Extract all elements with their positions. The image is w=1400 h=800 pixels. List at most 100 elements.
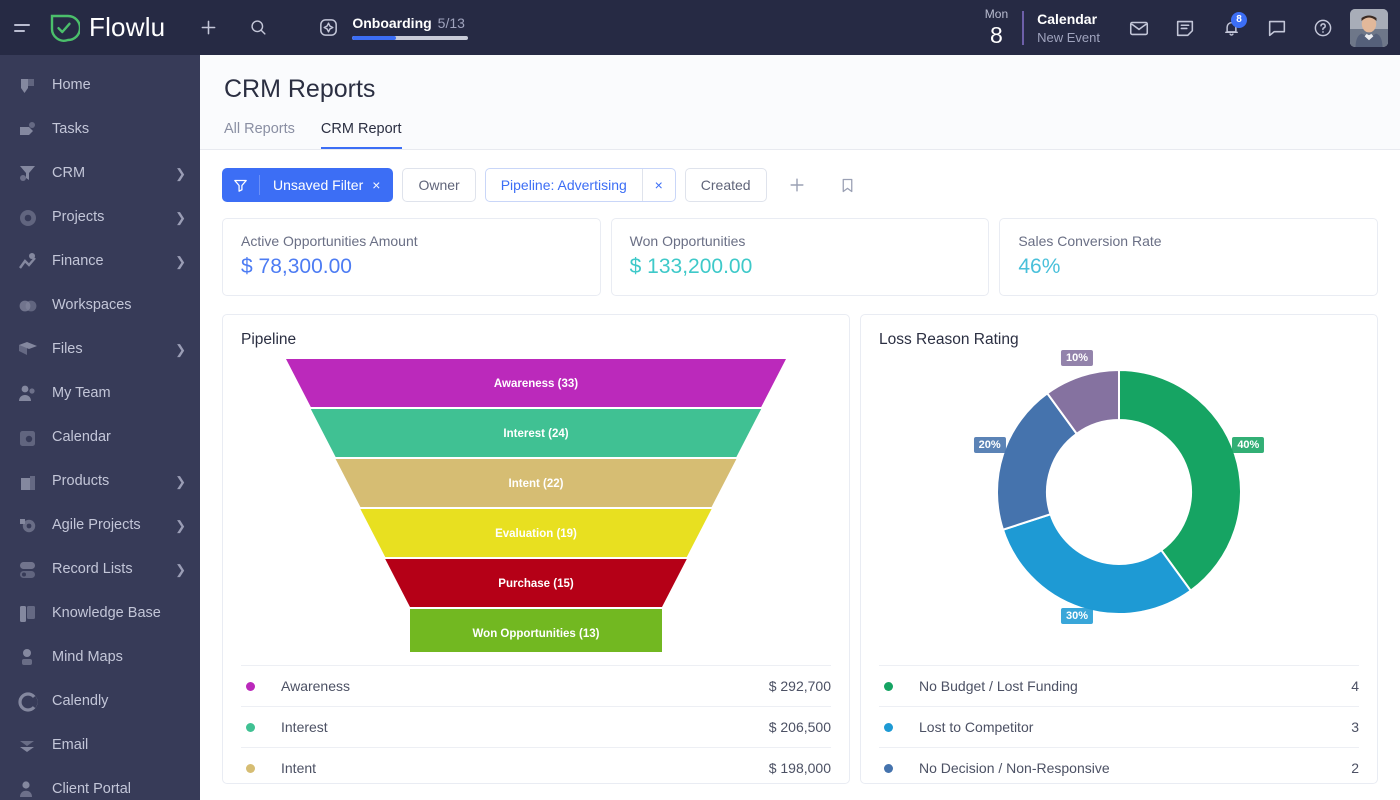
chevron-right-icon[interactable]: ❯ — [175, 519, 186, 532]
client-portal-icon — [16, 778, 38, 800]
email-icon — [16, 734, 38, 756]
close-icon[interactable]: × — [372, 177, 380, 193]
legend-value: $ 292,700 — [769, 678, 831, 694]
projects-icon — [16, 206, 38, 228]
pipeline-card: Pipeline Awareness (33)Interest (24)Inte… — [222, 314, 850, 784]
donut-percent-label: 30% — [1061, 608, 1093, 624]
sidebar-item-crm[interactable]: CRM❯ — [0, 151, 200, 195]
chevron-right-icon[interactable]: ❯ — [175, 475, 186, 488]
unsaved-filter-button[interactable]: Unsaved Filter × — [222, 168, 393, 202]
legend-label: No Decision / Non-Responsive — [919, 760, 1351, 776]
sidebar-item-workspaces[interactable]: Workspaces — [0, 283, 200, 327]
donut-slice[interactable] — [1003, 514, 1191, 614]
page-title: CRM Reports — [224, 75, 1376, 104]
sidebar-item-tasks[interactable]: Tasks — [0, 107, 200, 151]
sidebar-item-my-team[interactable]: My Team — [0, 371, 200, 415]
legend-label: Intent — [281, 760, 769, 776]
chat-icon[interactable] — [1260, 11, 1294, 45]
help-icon[interactable] — [1306, 11, 1340, 45]
pipeline-legend: Awareness$ 292,700Interest$ 206,500Inten… — [241, 665, 831, 784]
sidebar-item-agile-projects[interactable]: Agile Projects❯ — [0, 503, 200, 547]
sidebar-item-label: Calendar — [52, 429, 186, 445]
brand-logo[interactable]: Flowlu — [48, 12, 165, 44]
legend-row[interactable]: Interest$ 206,500 — [241, 706, 831, 747]
bell-icon[interactable]: 8 — [1214, 11, 1248, 45]
legend-row[interactable]: Lost to Competitor3 — [879, 706, 1359, 747]
avatar[interactable] — [1350, 9, 1388, 47]
tab-crm-report[interactable]: CRM Report — [321, 121, 402, 149]
files-icon — [16, 338, 38, 360]
search-icon[interactable] — [241, 11, 275, 45]
sidebar-item-files[interactable]: Files❯ — [0, 327, 200, 371]
sidebar-item-finance[interactable]: Finance❯ — [0, 239, 200, 283]
legend-label: Lost to Competitor — [919, 719, 1351, 735]
legend-row[interactable]: No Decision / Non-Responsive2 — [879, 747, 1359, 784]
close-icon[interactable]: × — [643, 177, 675, 193]
sidebar-item-knowledge-base[interactable]: Knowledge Base — [0, 591, 200, 635]
filter-chip-owner[interactable]: Owner — [402, 168, 475, 202]
chevron-right-icon[interactable]: ❯ — [175, 343, 186, 356]
filter-chip-label: Created — [686, 177, 766, 193]
tab-bar: All Reports CRM Report — [224, 121, 1376, 149]
sidebar-item-label: Home — [52, 77, 186, 93]
chevron-right-icon[interactable]: ❯ — [175, 563, 186, 576]
notes-icon[interactable] — [1168, 11, 1202, 45]
filter-chip-pipeline[interactable]: Pipeline: Advertising × — [485, 168, 676, 202]
donut-percent-label: 20% — [974, 437, 1006, 453]
sidebar-item-mind-maps[interactable]: Mind Maps — [0, 635, 200, 679]
sidebar-item-home[interactable]: Home — [0, 63, 200, 107]
chevron-right-icon[interactable]: ❯ — [175, 167, 186, 180]
sidebar-item-projects[interactable]: Projects❯ — [0, 195, 200, 239]
main-area: CRM Reports All Reports CRM Report Unsave… — [200, 55, 1400, 800]
agile-icon — [16, 514, 38, 536]
chevron-right-icon[interactable]: ❯ — [175, 255, 186, 268]
sidebar-item-products[interactable]: Products❯ — [0, 459, 200, 503]
sidebar-item-record-lists[interactable]: Record Lists❯ — [0, 547, 200, 591]
legend-color-dot — [246, 723, 255, 732]
sidebar-item-calendar[interactable]: Calendar — [0, 415, 200, 459]
sidebar-item-label: CRM — [52, 165, 175, 181]
legend-row[interactable]: No Budget / Lost Funding4 — [879, 665, 1359, 706]
kpi-value: $ 78,300.00 — [241, 255, 582, 279]
onboarding-widget[interactable]: Onboarding5/13 — [315, 11, 468, 45]
chevron-right-icon[interactable]: ❯ — [175, 211, 186, 224]
add-filter-icon[interactable] — [782, 170, 812, 200]
hamburger-icon[interactable] — [14, 16, 38, 40]
funnel-segment-label: Won Opportunities (13) — [473, 628, 600, 640]
finance-icon — [16, 250, 38, 272]
sidebar-item-calendly[interactable]: Calendly — [0, 679, 200, 723]
legend-value: $ 206,500 — [769, 719, 831, 735]
kpi-label: Sales Conversion Rate — [1018, 233, 1359, 249]
loss-reason-card-title: Loss Reason Rating — [879, 331, 1359, 349]
filter-chip-created[interactable]: Created — [685, 168, 767, 202]
sidebar-item-client-portal[interactable]: Client Portal — [0, 767, 200, 800]
donut-slice[interactable] — [1119, 370, 1241, 591]
crm-icon — [16, 162, 38, 184]
divider — [1022, 11, 1024, 45]
kpi-row: Active Opportunities Amount$ 78,300.00Wo… — [222, 218, 1378, 296]
filter-chip-label: Owner — [403, 177, 474, 193]
home-icon — [16, 74, 38, 96]
sidebar-item-email[interactable]: Email — [0, 723, 200, 767]
kpi-label: Won Opportunities — [630, 233, 971, 249]
tab-all-reports[interactable]: All Reports — [224, 121, 295, 149]
date-widget[interactable]: Mon 8 — [985, 8, 1022, 47]
calendar-widget[interactable]: Calendar New Event — [1037, 11, 1100, 45]
sidebar-item-label: Agile Projects — [52, 517, 175, 533]
sidebar-item-label: Client Portal — [52, 781, 186, 797]
loss-reason-card: Loss Reason Rating 40%30%20%10% No Budge… — [860, 314, 1378, 784]
workspaces-icon — [16, 294, 38, 316]
bookmark-icon[interactable] — [833, 170, 863, 200]
mind-maps-icon — [16, 646, 38, 668]
mail-icon[interactable] — [1122, 11, 1156, 45]
calendar-subtitle: New Event — [1037, 30, 1100, 45]
legend-color-dot — [246, 682, 255, 691]
onboarding-label: Onboarding — [352, 15, 431, 31]
legend-row[interactable]: Awareness$ 292,700 — [241, 665, 831, 706]
donut-percent-label: 40% — [1232, 437, 1264, 453]
kpi-card: Sales Conversion Rate46% — [999, 218, 1378, 296]
pipeline-card-title: Pipeline — [241, 331, 831, 349]
legend-row[interactable]: Intent$ 198,000 — [241, 747, 831, 784]
plus-icon[interactable] — [191, 11, 225, 45]
brand-name: Flowlu — [89, 12, 165, 43]
